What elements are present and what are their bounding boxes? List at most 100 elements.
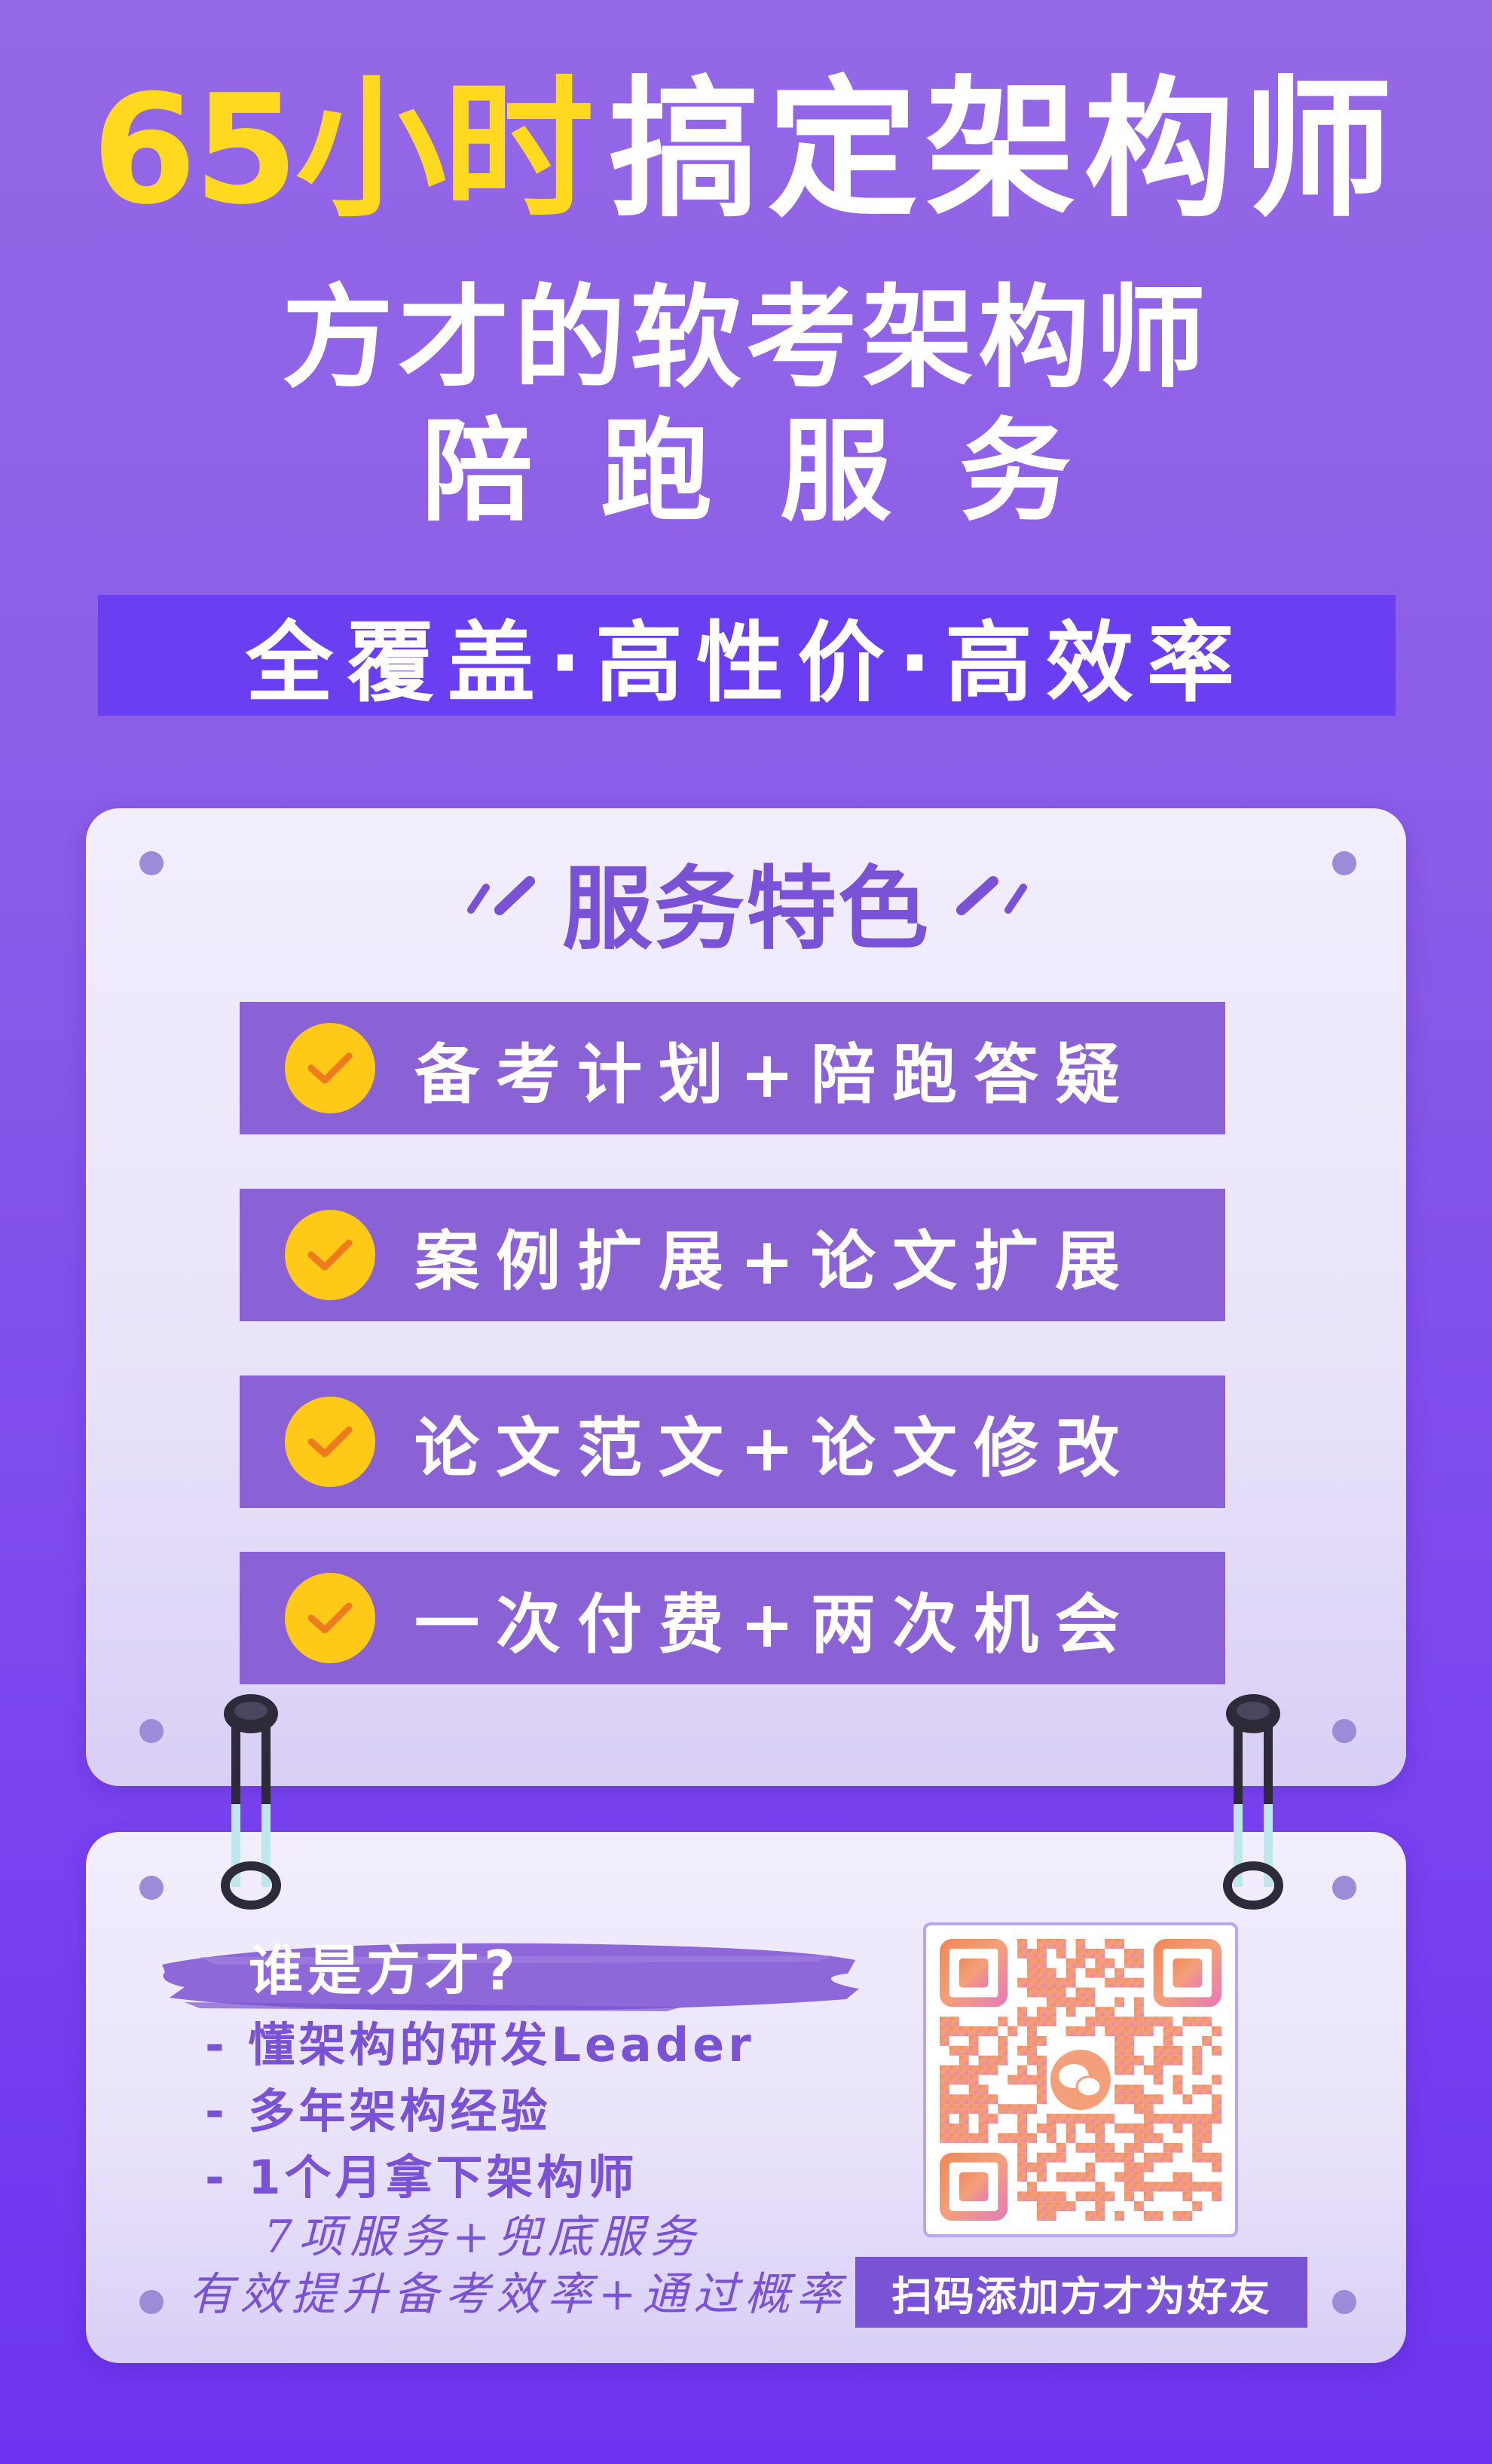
qr-module [1124, 1958, 1134, 1968]
qr-module [1046, 2201, 1056, 2212]
qr-module [1017, 2045, 1028, 2056]
qr-module [1133, 2201, 1144, 2212]
qr-module [1075, 1987, 1086, 1998]
qr-module [988, 2114, 998, 2124]
subtitle-service-name: 方才的软考架构师 [282, 273, 1210, 403]
qr-module [978, 2104, 989, 2114]
qr-module [1124, 2182, 1134, 2192]
qr-module [1095, 2211, 1105, 2221]
qr-module [1105, 2152, 1115, 2163]
qr-module [1065, 2172, 1076, 2182]
feature-label: 论文范文+论文修改 [414, 1410, 1137, 1486]
qr-module [1202, 2152, 1212, 2163]
corner-dot [1332, 2290, 1356, 2314]
qr-module [1027, 2104, 1037, 2114]
qr-module [949, 2045, 959, 2056]
qr-module [1036, 2191, 1047, 2202]
qr-module [1105, 2017, 1115, 2027]
qr-module [1163, 2026, 1173, 2036]
qr-module [940, 2104, 949, 2114]
qr-module [1017, 2017, 1028, 2027]
qr-module [1065, 2026, 1076, 2036]
qr-module [949, 2017, 959, 2027]
qr-module [1212, 2094, 1221, 2105]
qr-module [1192, 2133, 1203, 2143]
qr-module [1017, 2152, 1028, 2163]
qr-module [1143, 2094, 1154, 2105]
feature-item: 备考计划+陪跑答疑 [240, 1002, 1225, 1134]
slogan-banner: 全覆盖·高性价·高效率 [98, 595, 1396, 716]
qr-module [1133, 2094, 1144, 2105]
qr-module [1163, 2017, 1173, 2027]
qr-module [1036, 2017, 1047, 2027]
check-icon [285, 1023, 375, 1113]
qr-module [1133, 1997, 1144, 2008]
qr-module [1143, 2124, 1154, 2133]
qr-module [1133, 1958, 1144, 1968]
qr-module [998, 2017, 1008, 2027]
headline-hours: 65小时 [91, 63, 594, 238]
hanger-right-icon [1223, 1694, 1283, 1910]
qr-module [1017, 2162, 1028, 2172]
qr-module [1046, 2007, 1056, 2017]
qr-module [1153, 2152, 1163, 2163]
corner-dot [139, 2290, 164, 2314]
qr-module [1105, 2026, 1115, 2036]
qr-module [1133, 1977, 1144, 1988]
qr-module [1133, 2026, 1144, 2036]
qr-module [1202, 2133, 1212, 2143]
qr-module [1036, 1977, 1047, 1988]
check-icon [285, 1573, 375, 1663]
qr-module [978, 2026, 989, 2036]
qr-module [1202, 2084, 1212, 2095]
qr-module [1153, 2065, 1163, 2075]
qr-module [1143, 2182, 1154, 2192]
qr-module [1027, 2035, 1037, 2046]
qr-module [1075, 1939, 1086, 1949]
qr-module [1095, 1968, 1105, 1978]
qr-module [1056, 1948, 1066, 1959]
qr-module [1027, 2191, 1037, 2202]
about-note: 7项服务+兜底服务 [264, 2211, 702, 2264]
qr-module [958, 2104, 969, 2114]
qr-module [1095, 2124, 1105, 2133]
headline: 65小时 搞定架构师 [0, 75, 1492, 226]
feature-item: 论文范文+论文修改 [240, 1376, 1225, 1508]
qr-module [1075, 2026, 1086, 2036]
qr-module [1105, 2007, 1115, 2017]
qr-module [1075, 1958, 1086, 1968]
qr-finder-center [958, 1958, 989, 1988]
qr-module [1085, 1968, 1096, 1978]
about-note: 有效提升备考效率+通过概率 [188, 2268, 848, 2321]
qr-module [1182, 2017, 1193, 2027]
qr-module [1133, 2017, 1144, 2027]
qr-module [1095, 2007, 1105, 2017]
about-bullet: - 懂架构的研发Leader [205, 2017, 755, 2072]
qr-module [1192, 2055, 1203, 2066]
deco-slashes-right [956, 876, 1027, 915]
qr-module [1143, 2104, 1154, 2114]
qr-module [1163, 2035, 1173, 2046]
qr-module [1056, 1977, 1066, 1988]
qr-module [1173, 2026, 1183, 2036]
qr-module [1027, 2182, 1037, 2192]
qr-module [1017, 2075, 1028, 2085]
qr-module [1124, 2142, 1134, 2153]
qr-module [1046, 1987, 1056, 1998]
qr-module [1105, 1958, 1115, 1968]
qr-module [1182, 2094, 1193, 2105]
qr-module [958, 2124, 969, 2133]
qr-module [1124, 1948, 1134, 1959]
qr-module [1027, 2055, 1037, 2066]
qr-module [1027, 1948, 1037, 1959]
qr-module [1124, 2124, 1134, 2133]
qr-module [1173, 2182, 1183, 2192]
qr-module [1182, 2172, 1193, 2182]
qr-module [988, 2026, 998, 2036]
qr-module [949, 2104, 959, 2114]
qr-module [1095, 2017, 1105, 2027]
feature-item: 一次付费+两次机会 [240, 1552, 1225, 1684]
qr-module [1065, 1958, 1076, 1968]
qr-module [1114, 2035, 1125, 2046]
qr-module [1124, 2035, 1134, 2046]
